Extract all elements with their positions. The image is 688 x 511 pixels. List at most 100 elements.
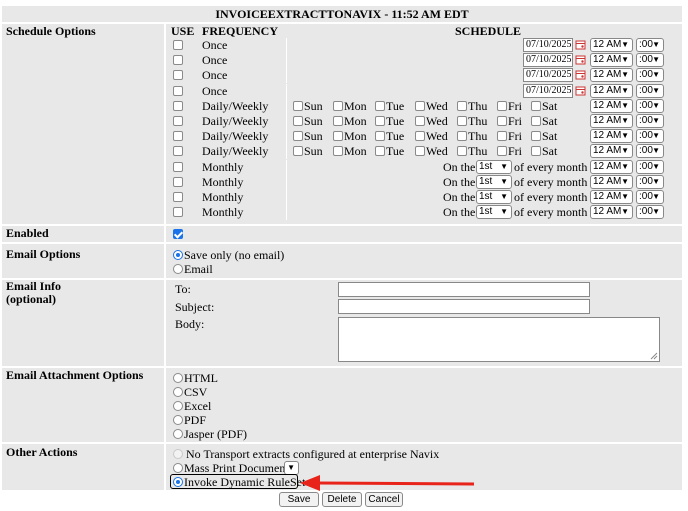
- hour-select[interactable]: 12 AM ▼: [590, 84, 633, 98]
- use-checkbox[interactable]: [173, 86, 183, 96]
- use-checkbox[interactable]: [173, 207, 183, 217]
- use-checkbox[interactable]: [173, 116, 183, 126]
- day-checkbox[interactable]: [293, 146, 303, 156]
- use-checkbox[interactable]: [173, 162, 183, 172]
- use-checkbox[interactable]: [173, 55, 183, 65]
- day-option-sun[interactable]: Sun: [293, 100, 323, 113]
- day-option-tue[interactable]: Tue: [375, 145, 404, 158]
- attachment-radio[interactable]: [173, 373, 183, 383]
- hour-select[interactable]: 12 AM ▼: [590, 205, 633, 219]
- day-checkbox[interactable]: [531, 131, 541, 141]
- day-option-mon[interactable]: Mon: [333, 145, 367, 158]
- minute-select[interactable]: :00 ▼: [636, 38, 664, 52]
- hour-select[interactable]: 12 AM ▼: [590, 114, 633, 128]
- minute-select[interactable]: :00 ▼: [636, 129, 664, 143]
- use-checkbox[interactable]: [173, 192, 183, 202]
- day-option-wed[interactable]: Wed: [415, 100, 448, 113]
- minute-select[interactable]: :00 ▼: [636, 175, 664, 189]
- day-option-sat[interactable]: Sat: [531, 115, 557, 128]
- attachment-radio[interactable]: [173, 415, 183, 425]
- hour-select[interactable]: 12 AM ▼: [590, 160, 633, 174]
- day-option-fri[interactable]: Fri: [497, 100, 522, 113]
- day-option-sat[interactable]: Sat: [531, 145, 557, 158]
- day-checkbox[interactable]: [293, 101, 303, 111]
- day-checkbox[interactable]: [497, 131, 507, 141]
- day-option-wed[interactable]: Wed: [415, 145, 448, 158]
- save-only-radio[interactable]: [173, 250, 183, 260]
- invoke-ruleset-radio[interactable]: [173, 477, 183, 487]
- delete-button[interactable]: Delete: [322, 492, 362, 507]
- hour-select[interactable]: 12 AM ▼: [590, 53, 633, 67]
- day-checkbox[interactable]: [531, 101, 541, 111]
- day-option-mon[interactable]: Mon: [333, 100, 367, 113]
- attachment-radio[interactable]: [173, 401, 183, 411]
- minute-select[interactable]: :00 ▼: [636, 68, 664, 82]
- day-option-thu[interactable]: Thu: [457, 100, 487, 113]
- day-checkbox[interactable]: [415, 101, 425, 111]
- to-field[interactable]: [338, 282, 590, 297]
- day-option-tue[interactable]: Tue: [375, 100, 404, 113]
- day-option-fri[interactable]: Fri: [497, 115, 522, 128]
- day-option-sun[interactable]: Sun: [293, 130, 323, 143]
- day-option-sat[interactable]: Sat: [531, 130, 557, 143]
- minute-select[interactable]: :00 ▼: [636, 160, 664, 174]
- day-checkbox[interactable]: [333, 101, 343, 111]
- day-option-mon[interactable]: Mon: [333, 115, 367, 128]
- day-checkbox[interactable]: [497, 101, 507, 111]
- day-option-thu[interactable]: Thu: [457, 145, 487, 158]
- calendar-icon[interactable]: [575, 85, 586, 96]
- day-checkbox[interactable]: [457, 131, 467, 141]
- minute-select[interactable]: :00 ▼: [636, 114, 664, 128]
- date-input[interactable]: 07/10/2025: [523, 53, 573, 67]
- use-checkbox[interactable]: [173, 131, 183, 141]
- day-checkbox[interactable]: [457, 116, 467, 126]
- day-option-sun[interactable]: Sun: [293, 115, 323, 128]
- attachment-radio[interactable]: [173, 429, 183, 439]
- day-option-tue[interactable]: Tue: [375, 115, 404, 128]
- day-option-mon[interactable]: Mon: [333, 130, 367, 143]
- enabled-checkbox[interactable]: [173, 229, 183, 239]
- minute-select[interactable]: :00 ▼: [636, 205, 664, 219]
- day-option-sun[interactable]: Sun: [293, 145, 323, 158]
- date-input[interactable]: 07/10/2025: [523, 68, 573, 82]
- subject-field[interactable]: [338, 299, 590, 314]
- day-checkbox[interactable]: [293, 116, 303, 126]
- calendar-icon[interactable]: [575, 69, 586, 80]
- day-checkbox[interactable]: [531, 146, 541, 156]
- hour-select[interactable]: 12 AM ▼: [590, 190, 633, 204]
- use-checkbox[interactable]: [173, 146, 183, 156]
- day-option-sat[interactable]: Sat: [531, 100, 557, 113]
- hour-select[interactable]: 12 AM ▼: [590, 99, 633, 113]
- cancel-button[interactable]: Cancel: [365, 492, 403, 507]
- day-checkbox[interactable]: [531, 116, 541, 126]
- day-checkbox[interactable]: [415, 131, 425, 141]
- body-textarea[interactable]: [338, 317, 660, 362]
- month-day-select[interactable]: 1st ▼: [476, 160, 512, 174]
- use-checkbox[interactable]: [173, 177, 183, 187]
- day-option-tue[interactable]: Tue: [375, 130, 404, 143]
- day-checkbox[interactable]: [375, 101, 385, 111]
- month-day-select[interactable]: 1st ▼: [476, 175, 512, 189]
- hour-select[interactable]: 12 AM ▼: [590, 129, 633, 143]
- day-option-wed[interactable]: Wed: [415, 130, 448, 143]
- minute-select[interactable]: :00 ▼: [636, 99, 664, 113]
- day-checkbox[interactable]: [293, 131, 303, 141]
- day-option-thu[interactable]: Thu: [457, 130, 487, 143]
- hour-select[interactable]: 12 AM ▼: [590, 68, 633, 82]
- day-checkbox[interactable]: [457, 146, 467, 156]
- hour-select[interactable]: 12 AM ▼: [590, 144, 633, 158]
- day-option-fri[interactable]: Fri: [497, 145, 522, 158]
- calendar-icon[interactable]: [575, 39, 586, 50]
- date-input[interactable]: 07/10/2025: [523, 38, 573, 52]
- day-checkbox[interactable]: [333, 146, 343, 156]
- date-input[interactable]: 07/10/2025: [523, 84, 573, 98]
- use-checkbox[interactable]: [173, 101, 183, 111]
- day-checkbox[interactable]: [333, 131, 343, 141]
- minute-select[interactable]: :00 ▼: [636, 144, 664, 158]
- day-checkbox[interactable]: [333, 116, 343, 126]
- calendar-icon[interactable]: [575, 54, 586, 65]
- day-checkbox[interactable]: [375, 116, 385, 126]
- resize-handle-icon[interactable]: [650, 352, 658, 360]
- hour-select[interactable]: 12 AM ▼: [590, 38, 633, 52]
- attachment-radio[interactable]: [173, 387, 183, 397]
